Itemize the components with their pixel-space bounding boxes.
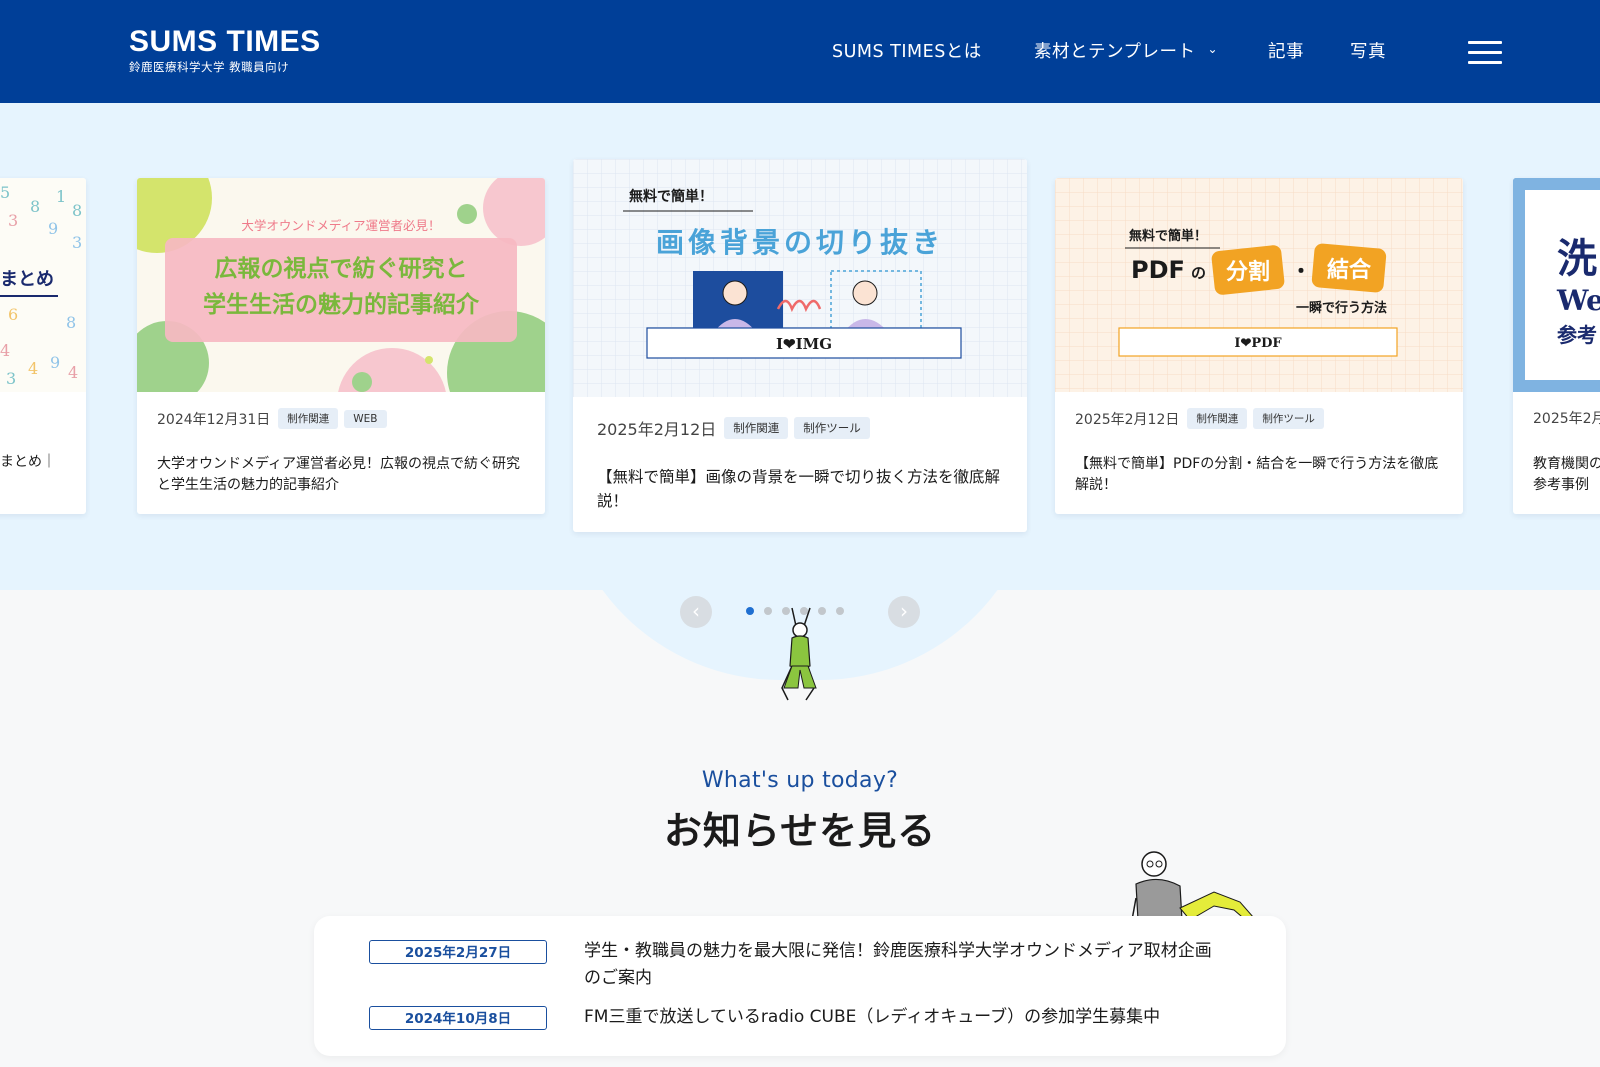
card-date: 2025年2月12日 — [1075, 411, 1180, 428]
thumb-sub: 一瞬で行う方法 — [1296, 300, 1387, 316]
logo-title: SUMS TIMES — [129, 25, 321, 58]
carousel-dot[interactable] — [836, 607, 844, 615]
thumb-line-1: 洗 — [1557, 236, 1597, 282]
news-list: 2025年2月27日 学生・教職員の魅力を最大限に発信！鈴鹿医療科学大学オウンド… — [314, 916, 1286, 1056]
svg-text:8: 8 — [30, 197, 40, 216]
thumb-kicker: 無料で簡単！ — [1129, 228, 1207, 244]
nav-about[interactable]: SUMS TIMESとは — [832, 38, 982, 63]
thumb-line-3: 参考 — [1557, 323, 1597, 347]
card-date: 2025年2月12日 — [597, 420, 717, 439]
article-card[interactable]: 洗 We 参考 2025年2月 教育機関のン参考事例 — [1513, 178, 1600, 514]
svg-text:3: 3 — [8, 211, 18, 230]
site-header: SUMS TIMES 鈴鹿医療科学大学 教職員向け SUMS TIMESとは 素… — [0, 0, 1600, 103]
carousel-prev-button[interactable]: ‹ — [680, 596, 712, 628]
card-title: 【無料で簡単】画像の背景を一瞬で切り抜く方法を徹底解説！ — [597, 468, 1001, 510]
card-thumbnail: 洗 We 参考 — [1513, 178, 1600, 392]
thumb-line-1: 広報の視点で紡ぐ研究と — [215, 255, 468, 282]
card-tag[interactable]: 制作関連 — [278, 408, 339, 429]
thumb-line-2: We — [1556, 284, 1600, 317]
thumb-main: 画像背景の切り抜き — [656, 226, 944, 259]
chevron-right-icon: › — [900, 599, 908, 623]
card-title: 大学オウンドメディア運営者必見！広報の視点で紡ぐ研究と学生生活の魅力的記事紹介 — [157, 456, 521, 493]
card-meta: 2025年2月12日 制作関連 制作ツール — [597, 416, 870, 440]
pr-thumbnail-graphic: 大学オウンドメディア運営者必見！ 広報の視点で紡ぐ研究と 学生生活の魅力的記事紹… — [137, 178, 545, 392]
thumb-pdf: PDF — [1131, 256, 1185, 284]
svg-text:3: 3 — [6, 369, 16, 388]
card-date: 2024年12月31日 — [157, 411, 271, 428]
hamburger-menu-icon[interactable] — [1468, 41, 1502, 65]
news-date-badge: 2025年2月27日 — [369, 940, 547, 964]
svg-text:4: 4 — [0, 341, 10, 360]
carousel-next-button[interactable]: › — [888, 596, 920, 628]
card-date: 2025年2月 — [1533, 411, 1600, 427]
section-kicker: What's up today? — [701, 768, 899, 793]
card-tag[interactable]: 制作ツール — [794, 417, 870, 439]
nav-photos[interactable]: 写真 — [1350, 38, 1386, 63]
card-tag[interactable]: 制作関連 — [724, 417, 789, 439]
news-date-badge: 2024年10月8日 — [369, 1006, 547, 1030]
thumb-dot: ・ — [1291, 259, 1311, 283]
numbers-thumbnail-graphic: 5818 3 93 68 44 94 3 まとめ — [0, 183, 82, 388]
article-card-active[interactable]: 無料で簡単！ 画像背景の切り抜き I❤IMG 2025年2月12日 制作関連 制… — [573, 159, 1027, 532]
card-title: まとめ｜ — [0, 454, 56, 470]
svg-text:3: 3 — [72, 233, 82, 252]
svg-text:9: 9 — [50, 353, 60, 372]
svg-text:1: 1 — [56, 187, 66, 206]
thumb-split: 分割 — [1226, 259, 1270, 285]
carousel-dot[interactable] — [746, 607, 754, 615]
nav-about-label: SUMS TIMESとは — [832, 42, 982, 62]
nav-articles-label: 記事 — [1268, 42, 1304, 62]
article-card[interactable]: 大学オウンドメディア運営者必見！ 広報の視点で紡ぐ研究と 学生生活の魅力的記事紹… — [137, 178, 545, 514]
web-thumbnail-graphic: 洗 We 参考 — [1513, 178, 1600, 392]
svg-text:8: 8 — [66, 313, 76, 332]
svg-text:4: 4 — [68, 363, 78, 382]
card-meta: 2025年2月 — [1533, 408, 1600, 428]
nav-materials-label: 素材とテンプレート — [1034, 42, 1196, 62]
image-cutout-thumbnail-graphic: 無料で簡単！ 画像背景の切り抜き I❤IMG — [573, 159, 1027, 397]
chevron-down-icon: ⌄ — [1207, 42, 1219, 56]
pdf-thumbnail-graphic: 無料で簡単！ PDF の 分割 ・ 結合 一瞬で行う方法 I❤PDF — [1055, 178, 1463, 392]
article-card[interactable]: 無料で簡単！ PDF の 分割 ・ 結合 一瞬で行う方法 I❤PDF 2025年… — [1055, 178, 1463, 514]
card-tag[interactable]: WEB — [344, 409, 387, 428]
news-item-link[interactable]: 学生・教職員の魅力を最大限に発信！鈴鹿医療科学大学オウンドメディア取材企画のご案… — [584, 938, 1224, 992]
nav-articles[interactable]: 記事 — [1268, 38, 1304, 63]
card-thumbnail: 無料で簡単！ 画像背景の切り抜き I❤IMG — [573, 159, 1027, 397]
thumb-kicker: 大学オウンドメディア運営者必見！ — [241, 218, 440, 233]
nav-materials[interactable]: 素材とテンプレート ⌄ — [1034, 38, 1218, 63]
svg-text:6: 6 — [8, 305, 18, 324]
thumb-line-2: 学生生活の魅力的記事紹介 — [203, 291, 480, 318]
article-card[interactable]: 5818 393 68 4494 3 まとめ まとめ｜ — [0, 178, 86, 514]
card-thumbnail: 無料で簡単！ PDF の 分割 ・ 結合 一瞬で行う方法 I❤PDF — [1055, 178, 1463, 392]
card-thumbnail: 大学オウンドメディア運営者必見！ 広報の視点で紡ぐ研究と 学生生活の魅力的記事紹… — [137, 178, 545, 392]
card-title: 教育機関のン参考事例 — [1533, 456, 1600, 493]
svg-text:9: 9 — [48, 219, 58, 238]
svg-text:4: 4 — [28, 359, 38, 378]
card-meta: 2024年12月31日 制作関連 WEB — [157, 408, 387, 429]
news-item-link[interactable]: FM三重で放送しているradio CUBE（レディオキューブ）の参加学生募集中 — [584, 1004, 1224, 1031]
card-meta: 2025年2月12日 制作関連 制作ツール — [1075, 408, 1324, 429]
nav-photos-label: 写真 — [1350, 42, 1386, 62]
card-tag[interactable]: 制作ツール — [1253, 408, 1324, 429]
card-title: 【無料で簡単】PDFの分割・結合を一瞬で行う方法を徹底解説！ — [1075, 456, 1439, 493]
thumb-merge: 結合 — [1327, 257, 1372, 283]
thumb-label: I❤PDF — [1234, 336, 1282, 351]
svg-text:8: 8 — [72, 201, 82, 220]
card-thumb-text: まとめ — [0, 269, 54, 290]
thumb-kicker: 無料で簡単！ — [629, 188, 713, 205]
hanging-person-illustration — [781, 607, 817, 701]
card-thumbnail: 5818 393 68 4494 3 まとめ — [0, 178, 86, 392]
svg-text:5: 5 — [0, 183, 10, 202]
thumb-label: I❤IMG — [776, 335, 832, 353]
logo-subtitle: 鈴鹿医療科学大学 教職員向け — [129, 60, 290, 74]
site-logo[interactable]: SUMS TIMES 鈴鹿医療科学大学 教職員向け — [129, 25, 321, 75]
section-heading: お知らせを見る — [663, 809, 937, 853]
chevron-left-icon: ‹ — [692, 599, 700, 623]
thumb-no: の — [1191, 264, 1206, 282]
card-tag[interactable]: 制作関連 — [1187, 408, 1248, 429]
